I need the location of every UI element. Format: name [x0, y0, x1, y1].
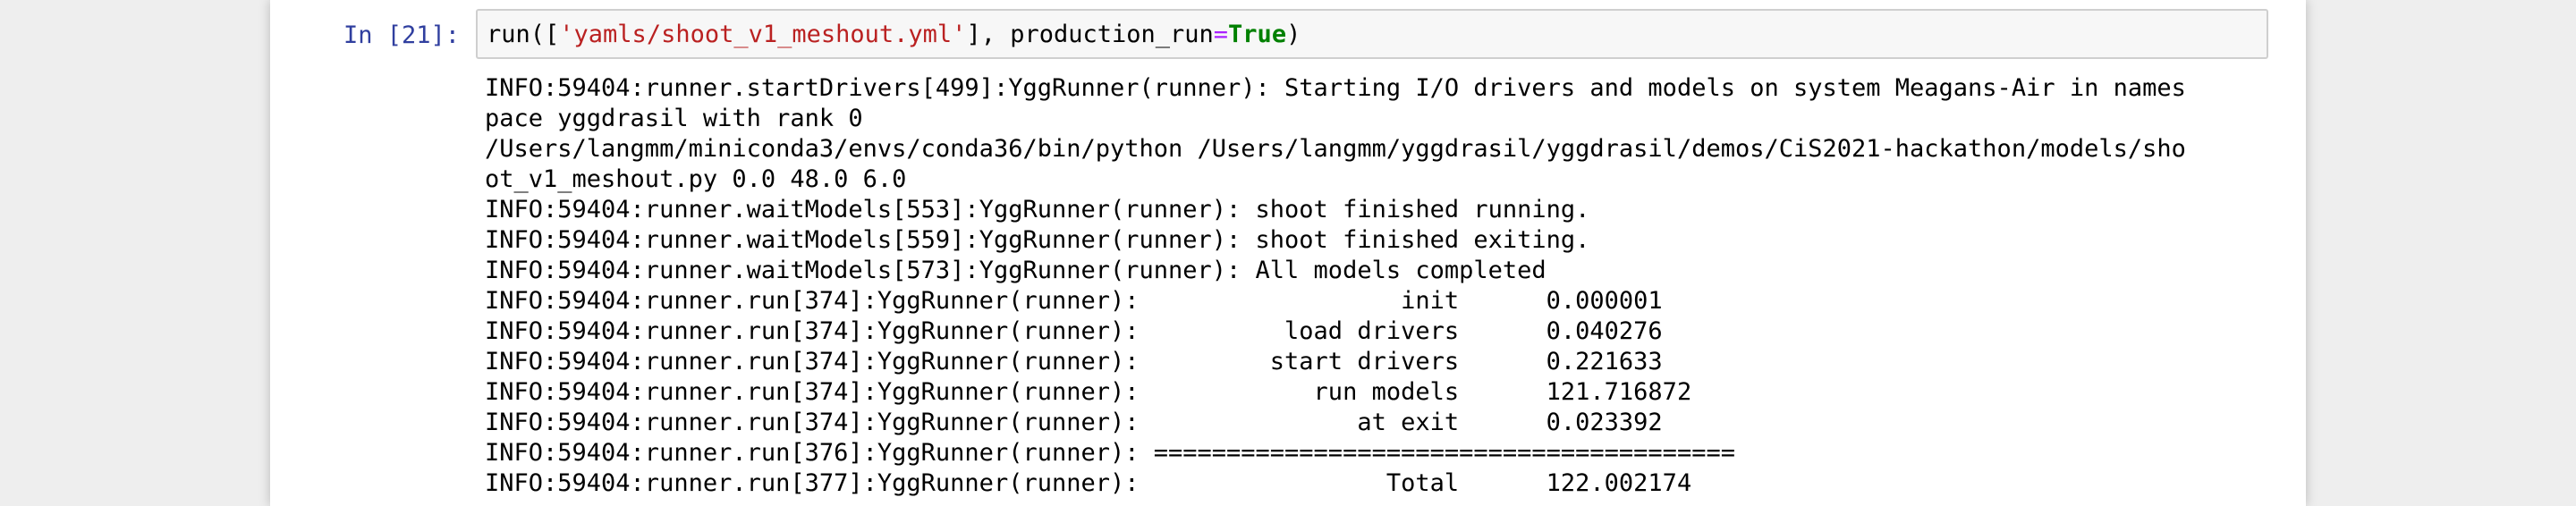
output-line: INFO:59404:runner.waitModels[573]:YggRun…: [485, 257, 1546, 284]
output-line: INFO:59404:runner.startDrivers[499]:YggR…: [485, 74, 2186, 102]
output-line: INFO:59404:runner.run[374]:YggRunner(run…: [485, 409, 1663, 436]
code-operator: =: [1213, 21, 1229, 48]
cell-output: INFO:59404:runner.startDrivers[499]:YggR…: [485, 73, 2265, 499]
output-line: INFO:59404:runner.run[374]:YggRunner(run…: [485, 317, 1663, 345]
code-fn-open: run([: [487, 21, 560, 48]
notebook-panel: In [21]: run(['yamls/shoot_v1_meshout.ym…: [270, 0, 2306, 506]
code-close: ): [1286, 21, 1301, 48]
output-line: INFO:59404:runner.run[376]:YggRunner(run…: [485, 439, 1735, 467]
code-arg-sep: ], production_run: [966, 21, 1214, 48]
output-line: INFO:59404:runner.run[374]:YggRunner(run…: [485, 348, 1663, 375]
output-line: INFO:59404:runner.waitModels[559]:YggRun…: [485, 226, 1590, 254]
output-line: INFO:59404:runner.waitModels[553]:YggRun…: [485, 196, 1590, 223]
code-keyword: True: [1228, 21, 1287, 48]
code-string-literal: 'yamls/shoot_v1_meshout.yml': [559, 21, 967, 48]
code-line[interactable]: run(['yamls/shoot_v1_meshout.yml'], prod…: [487, 20, 1301, 50]
code-input-area[interactable]: run(['yamls/shoot_v1_meshout.yml'], prod…: [476, 9, 2268, 59]
output-line: INFO:59404:runner.run[374]:YggRunner(run…: [485, 287, 1663, 315]
output-line: /Users/langmm/miniconda3/envs/conda36/bi…: [485, 135, 2186, 163]
output-line: ot_v1_meshout.py 0.0 48.0 6.0: [485, 165, 907, 193]
output-line: INFO:59404:runner.run[374]:YggRunner(run…: [485, 378, 1692, 406]
output-line: INFO:59404:runner.run[377]:YggRunner(run…: [485, 469, 1692, 497]
output-line: pace yggdrasil with rank 0: [485, 105, 863, 132]
